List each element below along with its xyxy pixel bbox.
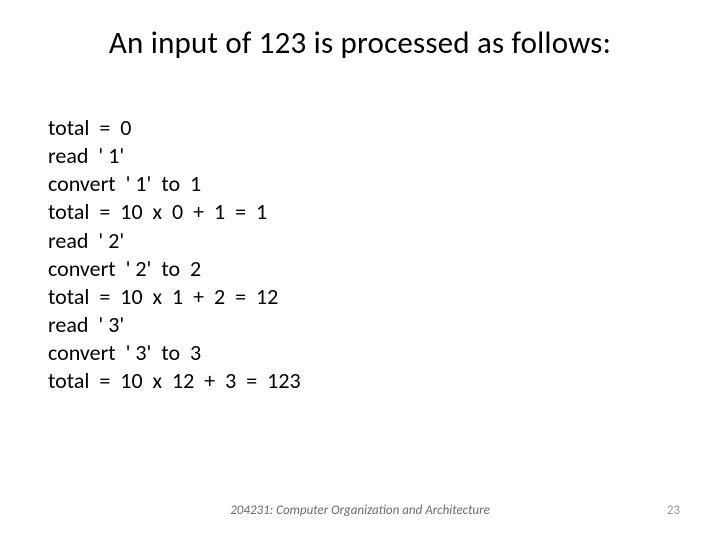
code-line: convert ' 1' to 1 xyxy=(48,170,672,198)
code-line: total = 10 x 1 + 2 = 12 xyxy=(48,283,672,311)
code-line: total = 10 x 0 + 1 = 1 xyxy=(48,198,672,226)
code-line: read ' 3' xyxy=(48,311,672,339)
code-line: read ' 2' xyxy=(48,227,672,255)
page-number: 23 xyxy=(640,503,680,518)
code-line: total = 10 x 12 + 3 = 123 xyxy=(48,367,672,395)
code-line: convert ' 3' to 3 xyxy=(48,339,672,367)
slide-title: An input of 123 is processed as follows: xyxy=(0,0,720,70)
code-line: total = 0 xyxy=(48,114,672,142)
slide-footer: 204231: Computer Organization and Archit… xyxy=(0,503,720,518)
slide-body: total = 0 read ' 1' convert ' 1' to 1 to… xyxy=(0,70,720,396)
course-label: 204231: Computer Organization and Archit… xyxy=(80,503,640,518)
code-line: read ' 1' xyxy=(48,142,672,170)
code-line: convert ' 2' to 2 xyxy=(48,255,672,283)
